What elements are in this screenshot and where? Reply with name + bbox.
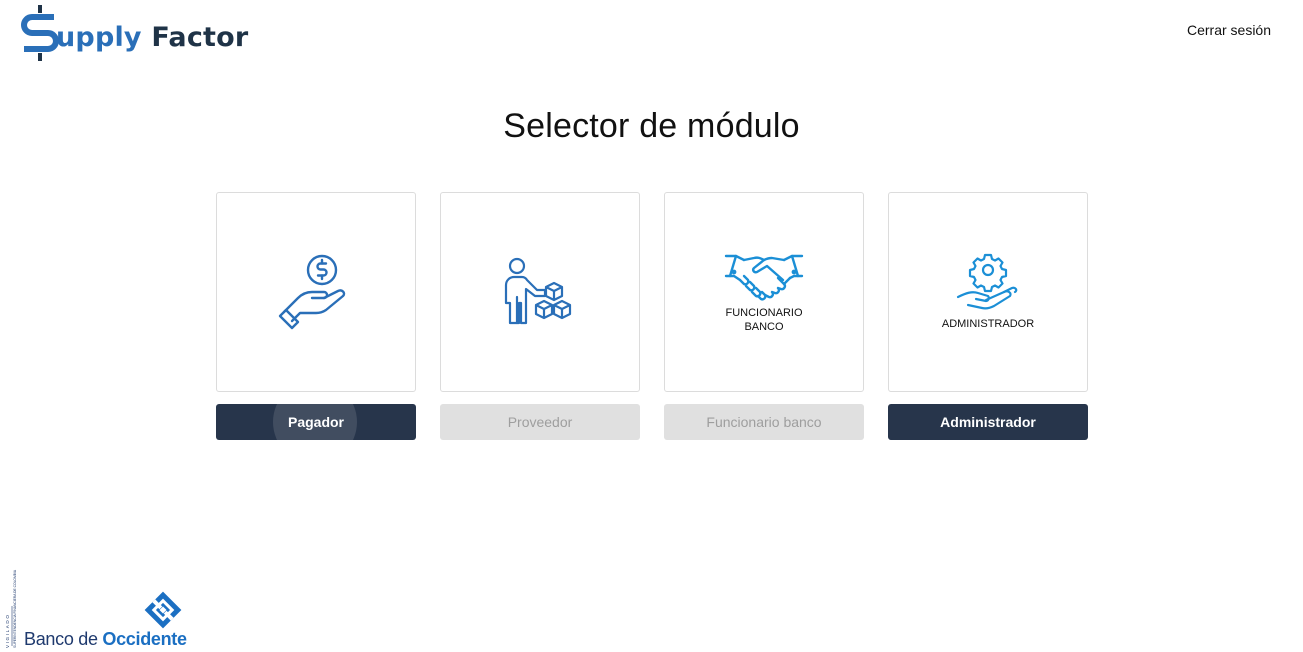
- banco-de-occidente-logo: Banco de Occidente: [24, 590, 194, 652]
- hand-coin-icon: [278, 254, 346, 330]
- vigilado-superfinanciera-seal: VIGILADO SUPERINTENDENCIA FINANCIERA DE …: [5, 569, 17, 649]
- module-proveedor: Proveedor: [440, 192, 640, 440]
- module-card-pagador[interactable]: [216, 192, 416, 392]
- administrador-button[interactable]: Administrador: [888, 404, 1088, 440]
- logo-text-supply: upply: [56, 21, 142, 53]
- proveedor-button-label: Proveedor: [507, 414, 573, 430]
- vigilado-text: VIGILADO: [5, 614, 10, 649]
- funcionario-banco-button-label: Funcionario banco: [706, 414, 822, 430]
- module-list: Pagador Proveedor FUNCIONARIO BANCO Func…: [216, 192, 1088, 440]
- bank-name-part2: Occidente: [102, 629, 187, 649]
- module-card-proveedor[interactable]: [440, 192, 640, 392]
- handshake-icon: [724, 254, 804, 301]
- logo-text-factor: Factor: [151, 21, 249, 53]
- pagador-button-label: Pagador: [287, 414, 344, 430]
- module-administrador: ADMINISTRADOR Administrador: [888, 192, 1088, 440]
- module-card-administrador[interactable]: ADMINISTRADOR: [888, 192, 1088, 392]
- logo-s-dollar-icon: [21, 5, 59, 61]
- administrador-button-label: Administrador: [940, 414, 1036, 430]
- module-selector-page: upply Factor Cerrar sesión Selector de m…: [0, 0, 1303, 652]
- superintendencia-text: SUPERINTENDENCIA FINANCIERA DE COLOMBIA: [13, 569, 17, 648]
- module-pagador: Pagador: [216, 192, 416, 440]
- supply-factor-logo: upply Factor: [20, 2, 248, 64]
- proveedor-button[interactable]: Proveedor: [440, 404, 640, 440]
- bank-name-part1: Banco de: [24, 629, 103, 649]
- module-funcionario-banco: FUNCIONARIO BANCO Funcionario banco: [664, 192, 864, 440]
- person-boxes-icon: [504, 257, 572, 325]
- pagador-button[interactable]: Pagador: [216, 404, 416, 440]
- logo-text: upply Factor: [56, 22, 248, 53]
- bank-diamond-icon: [144, 591, 182, 629]
- card-label-administrador: ADMINISTRADOR: [941, 318, 1035, 330]
- card-label-funcionario-banco: FUNCIONARIO BANCO: [725, 307, 803, 333]
- logout-link[interactable]: Cerrar sesión: [1187, 22, 1271, 38]
- funcionario-banco-button[interactable]: Funcionario banco: [664, 404, 864, 440]
- page-title: Selector de módulo: [503, 106, 800, 145]
- hand-gear-icon: [956, 253, 1018, 310]
- module-card-funcionario-banco[interactable]: FUNCIONARIO BANCO: [664, 192, 864, 392]
- bank-name: Banco de Occidente: [24, 629, 187, 650]
